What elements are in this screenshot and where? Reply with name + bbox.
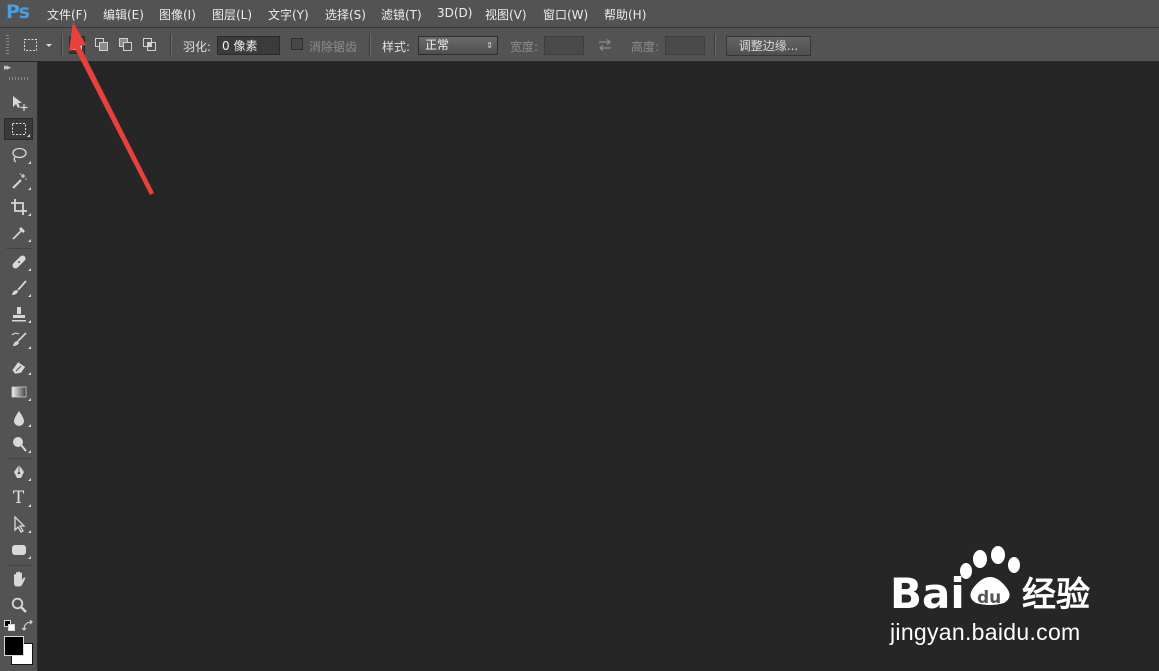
dodge-tool[interactable]	[4, 433, 33, 455]
hand-tool[interactable]	[4, 568, 33, 590]
clone-stamp-tool[interactable]	[4, 303, 33, 325]
collapse-panel-icon[interactable]: ▸▸	[4, 63, 11, 73]
watermark-url: jingyan.baidu.com	[890, 619, 1081, 645]
crop-tool[interactable]	[4, 196, 33, 218]
annotation-arrow-shape	[69, 22, 154, 195]
swap-dimensions-button[interactable]	[597, 38, 613, 52]
move-tool[interactable]	[4, 92, 33, 114]
annotation-arrow	[69, 22, 154, 195]
rect-marquee-preset-icon	[24, 39, 52, 51]
pen-icon	[13, 465, 24, 478]
blur-tool[interactable]	[4, 407, 33, 429]
stamp-icon	[11, 307, 26, 322]
svg-text:Bai: Bai	[890, 569, 965, 615]
shape-tool[interactable]	[4, 539, 33, 561]
history-brush-tool[interactable]	[4, 329, 33, 351]
swap-colors-button[interactable]	[21, 619, 34, 632]
healing-brush-tool[interactable]	[4, 251, 33, 273]
history-brush-icon	[11, 332, 27, 346]
style-select[interactable]: 正常 ⇕	[418, 36, 498, 55]
foreground-color-swatch[interactable]	[4, 636, 24, 656]
pen-tool[interactable]	[4, 461, 33, 483]
height-label: 高度:	[631, 40, 660, 54]
height-input[interactable]	[665, 36, 705, 55]
eyedropper-icon	[11, 227, 25, 240]
lasso-tool[interactable]	[4, 144, 33, 166]
style-select-value: 正常	[425, 38, 450, 52]
magic-wand-icon	[11, 173, 27, 189]
marquee-tool[interactable]	[4, 118, 33, 140]
menu-filter[interactable]: 滤镜(T)	[381, 6, 422, 23]
bandage-icon	[11, 255, 26, 269]
type-tool[interactable]: T	[4, 487, 33, 509]
feather-input[interactable]	[217, 36, 280, 55]
crop-icon	[10, 199, 27, 215]
eyedropper-tool[interactable]	[4, 222, 33, 244]
brush-icon	[11, 280, 27, 295]
tools-panel-grip[interactable]	[9, 77, 29, 80]
eraser-tool[interactable]	[4, 355, 33, 377]
swap-colors-icon	[21, 619, 33, 631]
brush-tool[interactable]	[4, 277, 33, 299]
move-icon	[12, 96, 27, 111]
swap-arrows-icon	[599, 39, 611, 51]
tool-preset-picker[interactable]	[22, 37, 54, 53]
feather-label: 羽化:	[183, 40, 212, 54]
menu-3d[interactable]: 3D(D)	[437, 6, 472, 20]
gradient-icon	[11, 386, 26, 398]
baidu-jingyan-watermark: Bai du 经验 jingyan.baidu.com	[886, 545, 1116, 655]
select-arrows-icon: ⇕	[486, 41, 493, 50]
menu-window[interactable]: 窗口(W)	[543, 6, 588, 23]
path-select-icon	[13, 515, 26, 533]
lasso-icon	[11, 147, 27, 163]
rect-marquee-icon	[11, 123, 26, 135]
dodge-icon	[12, 437, 27, 452]
options-bar-grip[interactable]	[6, 35, 9, 55]
hand-icon	[13, 571, 25, 587]
zoom-icon	[11, 597, 27, 613]
antialias-checkbox[interactable]	[291, 38, 303, 50]
width-input[interactable]	[544, 36, 584, 55]
type-icon: T	[12, 488, 25, 508]
menu-type[interactable]: 文字(Y)	[268, 6, 309, 23]
menu-bar: Ps 文件(F) 编辑(E) 图像(I) 图层(L) 文字(Y) 选择(S) 滤…	[0, 0, 1159, 28]
menu-layer[interactable]: 图层(L)	[212, 6, 252, 23]
baidu-logo-icon: Bai du 经验	[890, 546, 1090, 618]
tools-separator	[6, 458, 32, 459]
separator	[714, 34, 716, 56]
tools-separator	[6, 248, 32, 249]
default-colors-button[interactable]	[4, 620, 16, 632]
eraser-icon	[11, 362, 25, 374]
default-colors-icon	[4, 620, 15, 631]
drop-icon	[13, 411, 24, 426]
style-label: 样式:	[382, 40, 411, 54]
ps-logo: Ps	[6, 1, 30, 23]
separator	[170, 34, 172, 56]
rounded-rect-icon	[11, 545, 26, 555]
path-selection-tool[interactable]	[4, 513, 33, 535]
tools-separator	[6, 565, 32, 566]
separator	[369, 34, 371, 56]
menu-view[interactable]: 视图(V)	[485, 6, 527, 23]
tools-panel: ▸▸ T	[0, 62, 38, 671]
menu-select[interactable]: 选择(S)	[325, 6, 366, 23]
refine-edge-button[interactable]: 调整边缘...	[726, 36, 811, 56]
chevron-down-icon	[46, 44, 52, 47]
svg-text:经验: 经验	[1022, 575, 1090, 615]
antialias-label: 消除锯齿	[309, 40, 358, 54]
gradient-tool[interactable]	[4, 381, 33, 403]
svg-text:du: du	[977, 588, 1001, 608]
menu-help[interactable]: 帮助(H)	[604, 6, 646, 23]
zoom-tool[interactable]	[4, 594, 33, 616]
magic-wand-tool[interactable]	[4, 170, 33, 192]
options-bar: 羽化: 消除锯齿 样式: 正常 ⇕ 宽度: 高度: 调整边缘...	[0, 28, 1159, 62]
width-label: 宽度:	[510, 40, 539, 54]
